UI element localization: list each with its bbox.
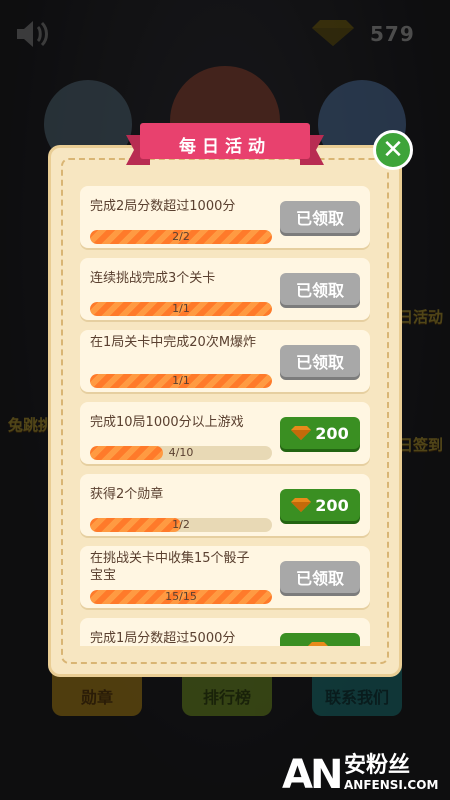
- task-row: 完成10局1000分以上游戏 4/10 200: [80, 402, 370, 464]
- claimed-label: 已领取: [295, 569, 344, 588]
- progress-label: 1/2: [172, 518, 190, 531]
- task-button[interactable]: 已领取: [280, 345, 360, 377]
- close-icon: ✕: [382, 135, 404, 165]
- progress-label: 1/1: [172, 302, 190, 315]
- claimed-label: 已领取: [295, 353, 344, 372]
- title-ribbon-label-wrap: 每日活动: [126, 121, 324, 167]
- site-watermark: AN 安粉丝 ANFENSI.COM: [282, 752, 442, 798]
- claimed-label: 已领取: [295, 281, 344, 300]
- progress-label: 1/1: [172, 374, 190, 387]
- close-button[interactable]: ✕: [373, 130, 413, 170]
- task-button[interactable]: 已领取: [280, 273, 360, 305]
- task-title: 在1局关卡中完成20次M爆炸: [90, 335, 257, 350]
- task-row: 在挑战关卡中收集15个骰子宝宝 15/15 已领取: [80, 546, 370, 608]
- task-row: 完成1局分数超过5000分: [80, 618, 370, 646]
- task-row: 完成2局分数超过1000分 2/2 已领取: [80, 186, 370, 248]
- progress-label: 4/10: [168, 446, 194, 459]
- task-button[interactable]: 200: [280, 489, 360, 521]
- task-row: 获得2个勋章 1/2 200: [80, 474, 370, 536]
- dialog-title: 每日活动: [179, 137, 271, 157]
- task-list[interactable]: 完成2局分数超过1000分 2/2 已领取 连续挑战完成3个关卡 1/1 已领取…: [80, 186, 370, 646]
- gem-icon: [291, 498, 312, 512]
- task-progress-bar: 1/1: [90, 374, 272, 388]
- task-row: 在1局关卡中完成20次M爆炸 1/1 已领取: [80, 330, 370, 392]
- task-title: 完成1局分数超过5000分: [90, 631, 236, 646]
- reward-amount: 200: [315, 423, 349, 443]
- task-title: 连续挑战完成3个关卡: [90, 271, 216, 286]
- progress-label: 2/2: [172, 230, 190, 243]
- task-progress-bar: 4/10: [90, 446, 272, 460]
- progress-label: 15/15: [165, 590, 197, 603]
- task-title: 完成10局1000分以上游戏: [90, 415, 244, 430]
- claimed-label: 已领取: [295, 209, 344, 228]
- watermark-cn: 安粉丝: [344, 753, 411, 778]
- task-progress-bar: 1/1: [90, 302, 272, 316]
- reward-amount: 200: [315, 495, 349, 515]
- task-progress-bar: 15/15: [90, 590, 272, 604]
- task-title: 在挑战关卡中收集15个骰子宝宝: [90, 551, 250, 583]
- task-progress-bar: 1/2: [90, 518, 272, 532]
- task-title: 完成2局分数超过1000分: [90, 199, 236, 214]
- task-row: 连续挑战完成3个关卡 1/1 已领取: [80, 258, 370, 320]
- task-button[interactable]: 200: [280, 417, 360, 449]
- gem-icon: [308, 642, 328, 646]
- task-progress-bar: 2/2: [90, 230, 272, 244]
- task-button[interactable]: 已领取: [280, 201, 360, 233]
- task-title: 获得2个勋章: [90, 487, 164, 502]
- task-button[interactable]: [280, 633, 360, 646]
- gem-icon: [291, 426, 312, 440]
- watermark-logo: AN: [282, 752, 343, 798]
- watermark-en: ANFENSI.COM: [344, 778, 439, 792]
- task-button[interactable]: 已领取: [280, 561, 360, 593]
